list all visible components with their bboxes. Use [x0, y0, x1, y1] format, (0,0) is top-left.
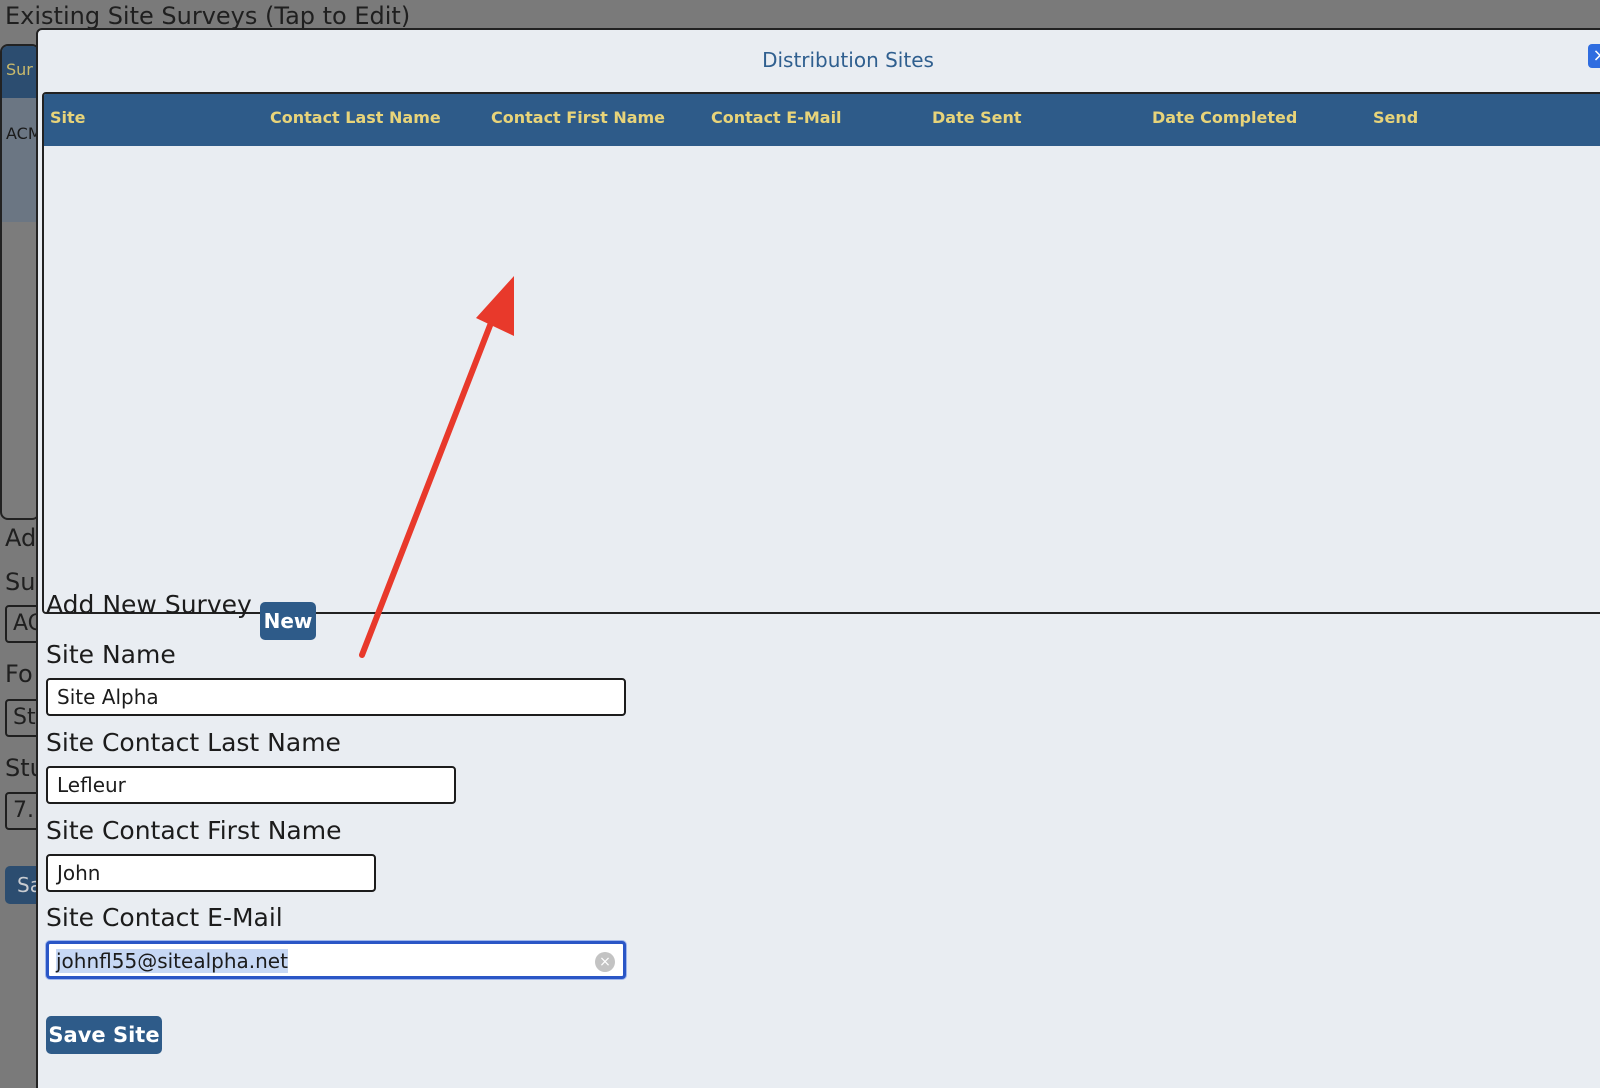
modal-title: Distribution Sites [762, 48, 934, 72]
background-header-text: Sur [6, 60, 33, 79]
email-selected-text: johnfl55@sitealpha.net [56, 949, 288, 973]
column-header-date-sent[interactable]: Date Sent [932, 108, 1022, 127]
background-table-header: Sur [2, 46, 38, 98]
background-survey-table: Sur ACM [0, 44, 40, 520]
table-header: Site Contact Last Name Contact First Nam… [44, 94, 1600, 146]
background-row-text: ACM [6, 124, 40, 143]
add-new-survey-label: Add New Survey [46, 590, 252, 619]
clear-icon[interactable]: × [595, 952, 615, 972]
background-label-2: Su [5, 568, 36, 596]
site-name-label: Site Name [46, 640, 176, 669]
site-contact-last-name-input[interactable]: Lefleur [46, 766, 456, 804]
column-header-contact-last-name[interactable]: Contact Last Name [270, 108, 441, 127]
column-header-contact-email[interactable]: Contact E-Mail [711, 108, 842, 127]
background-table-row[interactable]: ACM [2, 98, 38, 222]
close-button[interactable]: × [1588, 44, 1600, 68]
background-page-title: Existing Site Surveys (Tap to Edit) [5, 2, 411, 30]
site-contact-email-input[interactable]: johnfl55@sitealpha.net × [46, 941, 626, 979]
site-contact-first-name-label: Site Contact First Name [46, 816, 342, 845]
background-label-1: Ad [5, 524, 37, 552]
column-header-site[interactable]: Site [50, 108, 86, 127]
column-header-contact-first-name[interactable]: Contact First Name [491, 108, 665, 127]
site-name-input[interactable]: Site Alpha [46, 678, 626, 716]
site-contact-first-name-input[interactable]: John [46, 854, 376, 892]
distribution-sites-table: Site Contact Last Name Contact First Nam… [42, 92, 1600, 614]
site-contact-email-label: Site Contact E-Mail [46, 903, 283, 932]
site-contact-last-name-label: Site Contact Last Name [46, 728, 341, 757]
column-header-date-completed[interactable]: Date Completed [1152, 108, 1297, 127]
new-button[interactable]: New [260, 602, 316, 640]
close-icon: × [1592, 45, 1600, 66]
background-label-3: Fo [5, 660, 33, 688]
column-header-send[interactable]: Send [1373, 108, 1418, 127]
save-site-button[interactable]: Save Site [46, 1016, 162, 1054]
